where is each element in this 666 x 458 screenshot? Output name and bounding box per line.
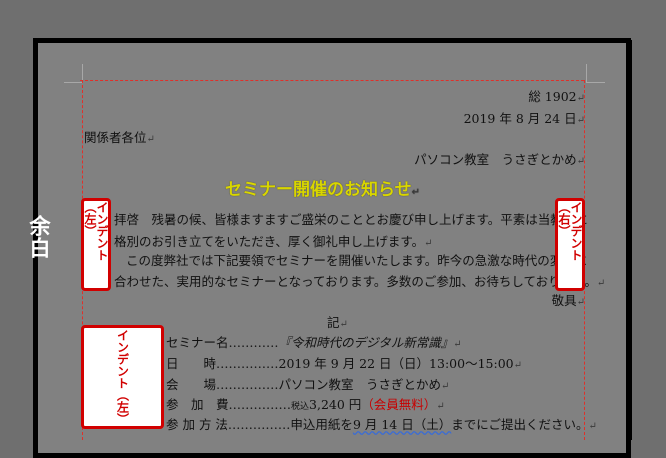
item-method: 参 加 方 法……………申込用紙を9 月 14 日（土）までにご提出ください。↵ [166,417,597,432]
doc-title: セミナー開催のお知らせ↵ [225,180,421,200]
closing: 敬具↵ [551,293,585,308]
margin-label: 余白 [27,215,51,259]
item-venue: 会 場……………パソコン教室 うさぎとかめ↵ [166,377,450,392]
top-text-boundary [80,80,584,81]
indent-right-label: インデント（右） [557,201,583,261]
top-right-margin-corner [586,64,605,83]
indent-right-callout: インデント（右） [555,198,585,291]
doc-number: 総 1902↵ [528,89,585,104]
sender: パソコン教室 うさぎとかめ↵ [414,152,585,167]
recipient: 関係者各位↵ [84,130,155,145]
para1-line1: 拝啓 残暑の候、皆様ますますご盛栄のこととお慶び申し上げます。平素は当教室に [114,212,588,227]
para1-line2: 格別のお引き立てをいただき、厚く御礼申し上げます。↵ [114,234,433,249]
ki-heading: 記↵ [327,315,348,330]
item-seminar-name: セミナー名…………『令和時代のデジタル新常識』↵ [166,335,462,350]
indent-left-label-2: インデント（左） [115,329,130,425]
indent-left-label: インデント（左） [83,201,109,261]
doc-date: 2019 年 8 月 24 日↵ [463,111,585,126]
item-datetime: 日 時……………2019 年 9 月 22 日（日）13:00～15:00↵ [166,356,522,371]
item-fee: 参 加 費……………税込3,240 円（会員無料）↵ [166,397,445,412]
indent-left-callout-2: インデント（左） [81,325,164,429]
indent-left-callout: インデント（左） [81,198,111,291]
para2-line1: この度弊社では下記要領でセミナーを開催いたします。昨今の急激な時代の変化に [126,253,588,268]
para2-line2: 合わせた、実用的なセミナーとなっております。多数のご参加、お待ちしております。↵ [114,274,606,289]
